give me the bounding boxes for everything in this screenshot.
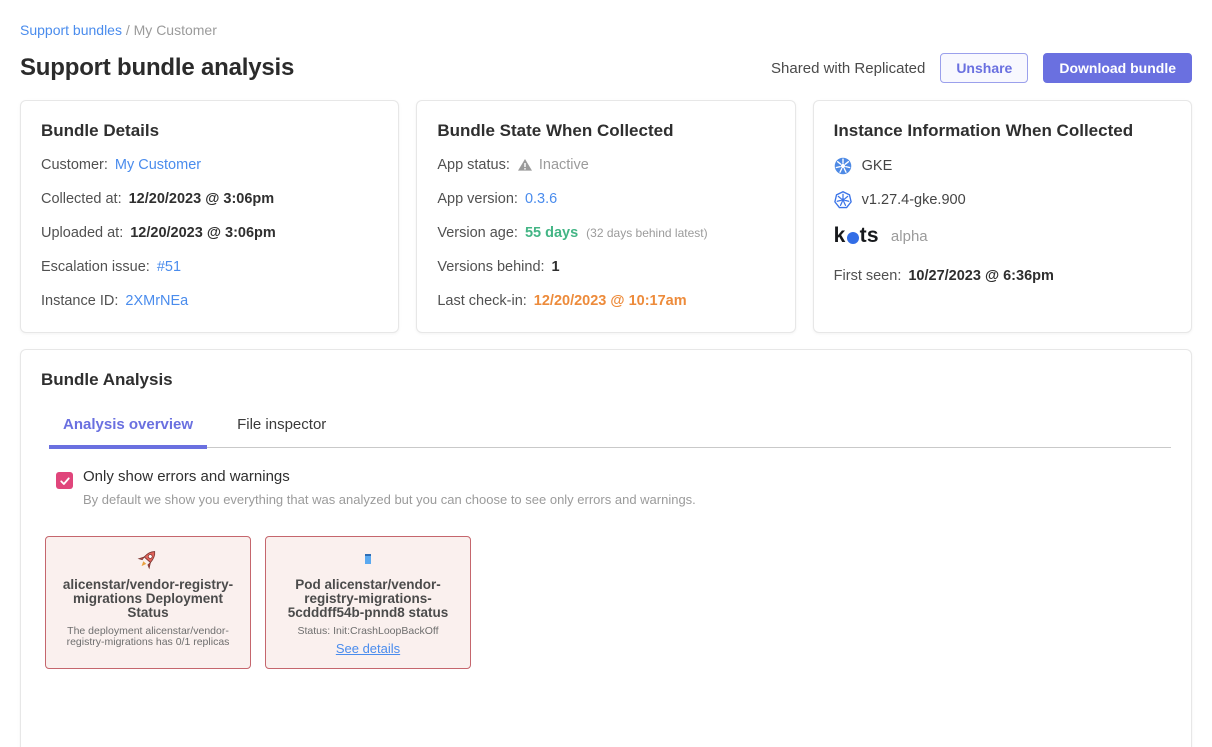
instance-info-card: Instance Information When Collected bbox=[813, 100, 1192, 333]
result-title: alicenstar/vendor-registry-migrations De… bbox=[58, 578, 238, 620]
breadcrumb-support-bundles-link[interactable]: Support bundles bbox=[20, 22, 122, 38]
only-errors-checkbox[interactable] bbox=[56, 472, 73, 489]
app-status-row: App status: Inactive bbox=[437, 155, 774, 175]
versions-behind-value: 1 bbox=[552, 257, 560, 277]
warning-icon bbox=[517, 157, 533, 173]
escalation-issue-label: Escalation issue: bbox=[41, 257, 150, 277]
uploaded-at-label: Uploaded at: bbox=[41, 223, 123, 243]
version-age-label: Version age: bbox=[437, 223, 518, 243]
kots-logo: kts bbox=[834, 224, 879, 248]
page: Support bundles / My Customer Support bu… bbox=[0, 0, 1212, 747]
customer-label: Customer: bbox=[41, 155, 108, 175]
version-age-row: Version age: 55 days (32 days behind lat… bbox=[437, 223, 774, 243]
breadcrumb-current: My Customer bbox=[134, 22, 217, 38]
app-version-label: App version: bbox=[437, 189, 518, 209]
result-card-pod-status[interactable]: Pod alicenstar/vendor-registry-migration… bbox=[265, 536, 471, 669]
app-status-value: Inactive bbox=[539, 155, 589, 175]
last-checkin-value: 12/20/2023 @ 10:17am bbox=[534, 291, 687, 311]
unshare-button[interactable]: Unshare bbox=[940, 53, 1028, 83]
see-details-link[interactable]: See details bbox=[336, 641, 400, 656]
checkmark-icon bbox=[59, 475, 71, 487]
only-errors-description: By default we show you everything that w… bbox=[83, 492, 696, 507]
app-version-row: App version: 0.3.6 bbox=[437, 189, 774, 209]
customer-link[interactable]: My Customer bbox=[115, 155, 201, 175]
bundle-state-card: Bundle State When Collected App status: … bbox=[416, 100, 795, 333]
header-actions: Shared with Replicated Unshare Download … bbox=[771, 53, 1192, 83]
shared-status-text: Shared with Replicated bbox=[771, 60, 925, 77]
kots-channel: alpha bbox=[891, 228, 928, 245]
errors-filter-row: Only show errors and warnings By default… bbox=[56, 468, 1171, 507]
distribution-value: GKE bbox=[862, 158, 893, 174]
kots-o-dot-icon bbox=[847, 232, 859, 244]
result-message: Status: Init:CrashLoopBackOff bbox=[297, 626, 438, 637]
tab-analysis-overview[interactable]: Analysis overview bbox=[49, 416, 207, 447]
analysis-results-row: alicenstar/vendor-registry-migrations De… bbox=[45, 536, 1171, 669]
first-seen-value: 10/27/2023 @ 6:36pm bbox=[908, 266, 1054, 286]
app-status-label: App status: bbox=[437, 155, 510, 175]
breadcrumb-separator: / bbox=[126, 22, 134, 38]
page-title: Support bundle analysis bbox=[20, 54, 294, 82]
first-seen-row: First seen: 10/27/2023 @ 6:36pm bbox=[834, 266, 1171, 286]
bundle-details-card: Bundle Details Customer: My Customer Col… bbox=[20, 100, 399, 333]
summary-cards-row: Bundle Details Customer: My Customer Col… bbox=[20, 100, 1192, 333]
page-header: Support bundle analysis Shared with Repl… bbox=[20, 53, 1192, 83]
bundle-details-title: Bundle Details bbox=[41, 121, 378, 141]
result-message: The deployment alicenstar/vendor-registr… bbox=[58, 626, 238, 648]
app-version-link[interactable]: 0.3.6 bbox=[525, 189, 557, 209]
breadcrumb: Support bundles / My Customer bbox=[20, 22, 1192, 38]
collected-at-row: Collected at: 12/20/2023 @ 3:06pm bbox=[41, 189, 378, 209]
filter-text-block: Only show errors and warnings By default… bbox=[83, 468, 696, 507]
instance-id-link[interactable]: 2XMrNEa bbox=[125, 291, 188, 311]
instance-info-title: Instance Information When Collected bbox=[834, 121, 1171, 141]
kubernetes-icon bbox=[834, 191, 852, 209]
customer-row: Customer: My Customer bbox=[41, 155, 378, 175]
versions-behind-label: Versions behind: bbox=[437, 257, 544, 277]
distribution-row: GKE bbox=[834, 157, 1171, 175]
analysis-tabs: Analysis overview File inspector bbox=[49, 416, 1171, 448]
last-checkin-label: Last check-in: bbox=[437, 291, 526, 311]
uploaded-at-value: 12/20/2023 @ 3:06pm bbox=[130, 223, 276, 243]
download-bundle-button[interactable]: Download bundle bbox=[1043, 53, 1192, 83]
version-age-suffix: (32 days behind latest) bbox=[586, 223, 707, 243]
result-title: Pod alicenstar/vendor-registry-migration… bbox=[278, 578, 458, 620]
last-checkin-row: Last check-in: 12/20/2023 @ 10:17am bbox=[437, 291, 774, 311]
bundle-analysis-title: Bundle Analysis bbox=[41, 370, 1171, 390]
k8s-version-value: v1.27.4-gke.900 bbox=[862, 192, 966, 208]
instance-id-row: Instance ID: 2XMrNEa bbox=[41, 291, 378, 311]
kots-row: kts alpha bbox=[834, 224, 1171, 248]
escalation-issue-link[interactable]: #51 bbox=[157, 257, 181, 277]
bundle-analysis-card: Bundle Analysis Analysis overview File i… bbox=[20, 349, 1192, 747]
version-age-value: 55 days bbox=[525, 223, 578, 243]
versions-behind-row: Versions behind: 1 bbox=[437, 257, 774, 277]
bundle-state-title: Bundle State When Collected bbox=[437, 121, 774, 141]
blue-square-icon bbox=[365, 546, 371, 572]
instance-id-label: Instance ID: bbox=[41, 291, 118, 311]
first-seen-label: First seen: bbox=[834, 266, 902, 286]
rocket-icon bbox=[136, 546, 160, 572]
k8s-version-row: v1.27.4-gke.900 bbox=[834, 191, 1171, 209]
only-errors-label: Only show errors and warnings bbox=[83, 468, 696, 485]
uploaded-at-row: Uploaded at: 12/20/2023 @ 3:06pm bbox=[41, 223, 378, 243]
gke-icon bbox=[834, 157, 852, 175]
result-card-deployment-status[interactable]: alicenstar/vendor-registry-migrations De… bbox=[45, 536, 251, 669]
escalation-issue-row: Escalation issue: #51 bbox=[41, 257, 378, 277]
tab-file-inspector[interactable]: File inspector bbox=[223, 416, 340, 447]
collected-at-value: 12/20/2023 @ 3:06pm bbox=[129, 189, 275, 209]
collected-at-label: Collected at: bbox=[41, 189, 122, 209]
